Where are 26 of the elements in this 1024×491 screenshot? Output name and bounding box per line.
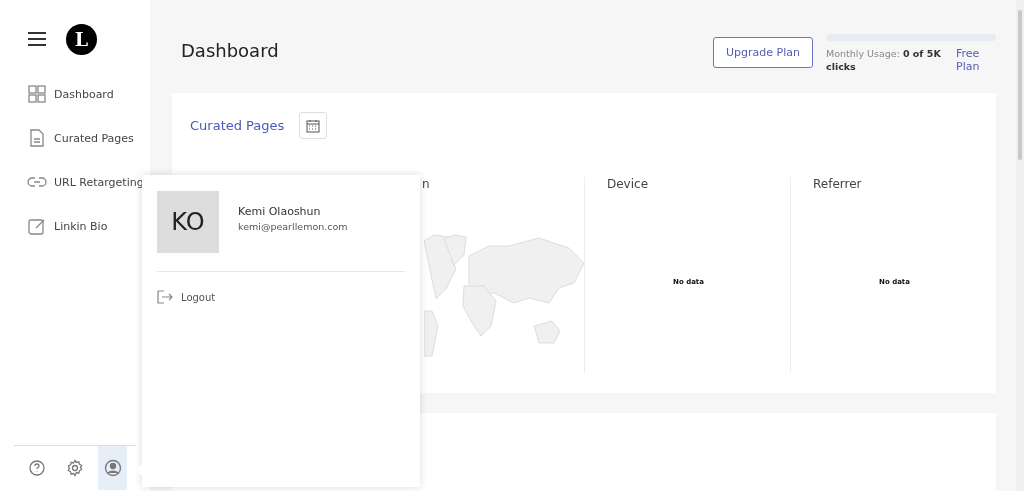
user-icon[interactable]: [98, 446, 127, 490]
sidebar-item[interactable]: Linkin Bio: [0, 204, 150, 248]
document-icon: [27, 128, 47, 148]
scrollbar[interactable]: [1016, 0, 1024, 491]
logout-icon: [157, 290, 173, 304]
edit-icon: [27, 216, 47, 236]
column-title: Referrer: [813, 177, 863, 192]
menu-icon[interactable]: [28, 32, 46, 46]
user-email: kemi@pearllemon.com: [238, 220, 348, 232]
sidebar-item[interactable]: Curated Pages: [0, 116, 150, 160]
logo: L: [66, 23, 97, 55]
grid-icon: [27, 84, 47, 104]
sidebar-item[interactable]: URL Retargeting: [0, 160, 150, 204]
page-title: Dashboard: [181, 40, 280, 61]
upgrade-plan-button[interactable]: Upgrade Plan: [713, 37, 813, 68]
avatar: KO: [157, 191, 219, 253]
plan-link[interactable]: Free Plan: [956, 47, 986, 73]
column-title: Device: [607, 177, 650, 192]
user-name: Kemi Olaoshun: [238, 204, 322, 218]
calendar-button[interactable]: [299, 112, 328, 140]
column-title: n: [421, 177, 431, 192]
calendar-icon: [306, 118, 321, 133]
logout-menu-item[interactable]: Logout: [157, 290, 405, 304]
sidebar-item[interactable]: Dashboard: [0, 72, 150, 116]
card-title: Curated Pages: [190, 118, 285, 134]
usage-text: Monthly Usage: 0 of 5K clicks: [826, 47, 942, 73]
